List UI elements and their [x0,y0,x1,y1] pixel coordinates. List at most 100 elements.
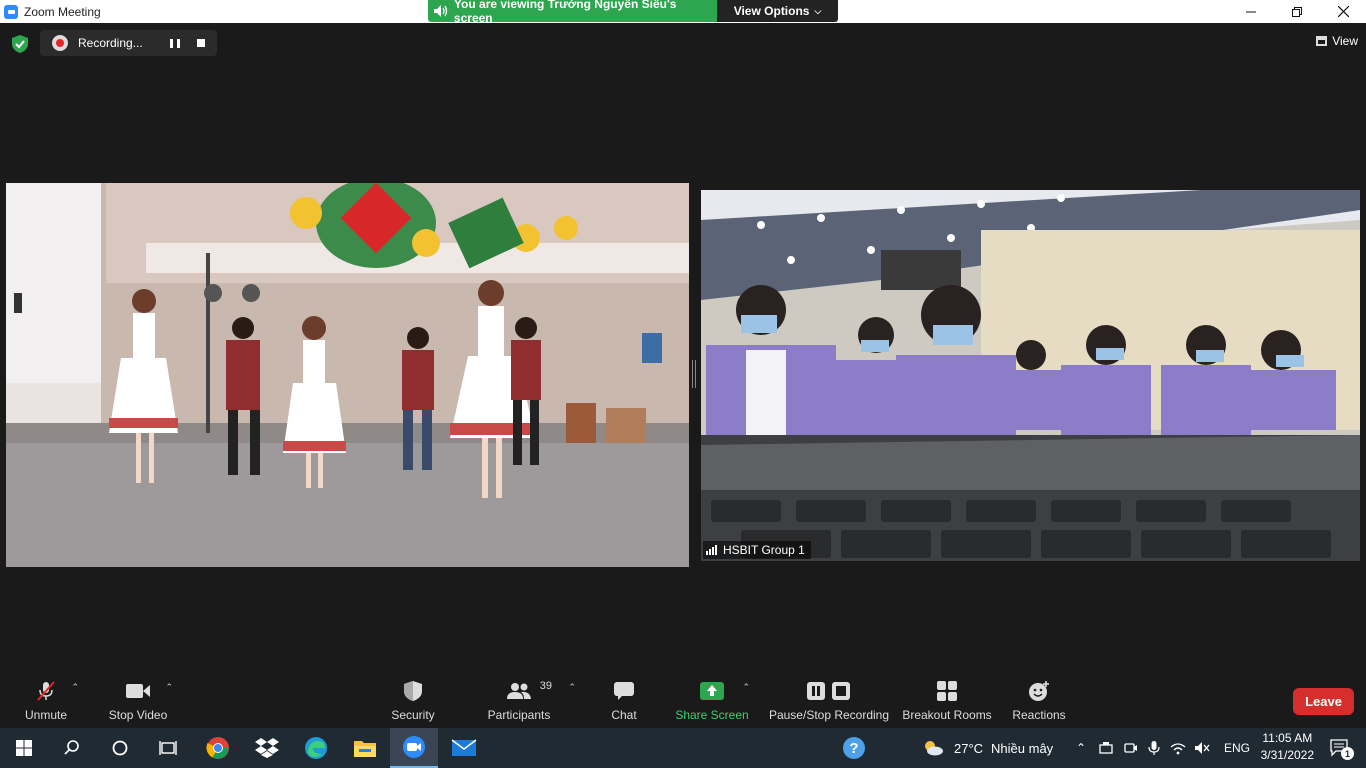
taskbar-file-explorer[interactable] [341,728,389,768]
reactions-icon [1029,680,1049,701]
search-icon [64,740,79,755]
participants-button[interactable]: 39 ⌃ Participants [486,673,576,728]
split-view-handle[interactable] [692,360,696,388]
meet-now-icon[interactable] [1124,741,1138,755]
chevron-down-icon: ⌵ [814,5,822,16]
participants-options-caret[interactable]: ⌃ [568,682,576,693]
dropbox-icon [255,738,279,758]
weather-temperature: 27°C [954,740,984,756]
folder-icon [354,741,376,757]
security-button[interactable]: Security [388,673,438,728]
window-title: Zoom Meeting [24,4,101,19]
share-screen-icon [700,681,724,700]
video-options-caret[interactable]: ⌃ [165,682,173,693]
speaker-icon [434,5,448,17]
unmute-label: Unmute [24,707,68,722]
mail-icon [451,739,477,756]
cortana-button[interactable] [96,728,144,768]
chrome-icon [206,737,229,759]
security-label: Security [391,707,435,722]
taskbar-dropbox[interactable] [243,728,291,768]
minimize-icon [1246,11,1256,12]
restore-button[interactable] [1274,0,1320,23]
participants-count: 39 [539,679,552,692]
unmute-button[interactable]: ⌃ Unmute [16,673,79,728]
clock-time: 11:05 AM [1262,731,1313,745]
weather-widget[interactable]: 27°C Nhiều mây [922,728,1053,768]
clock[interactable]: 11:05 AM 3/31/2022 [1261,730,1314,764]
share-screen-label: Share Screen [675,707,749,722]
breakout-rooms-button[interactable]: Breakout Rooms [902,673,992,728]
view-layout-icon [1316,36,1328,46]
share-screen-button[interactable]: ⌃ Share Screen [675,673,750,728]
share-message-text: You are viewing Trường Nguyễn Siêu's scr… [453,0,677,25]
stop-recording-icon[interactable] [197,39,205,47]
close-button[interactable] [1320,0,1366,23]
start-button[interactable] [0,728,48,768]
pause-stop-recording-icon [807,681,850,700]
view-options-button[interactable]: View Options ⌵ [717,0,838,22]
wifi-icon[interactable] [1170,741,1186,755]
taskbar-mail[interactable] [440,728,488,768]
leave-meeting-button[interactable]: Leave [1293,688,1354,715]
clock-date: 3/31/2022 [1260,748,1314,762]
recording-icon [52,35,68,51]
window-controls [1228,0,1366,23]
screen-share-banner: You are viewing Trường Nguyễn Siêu's scr… [428,0,838,25]
task-view-button[interactable] [144,728,192,768]
network-cable-icon[interactable] [1098,741,1114,755]
windows-logo-icon [16,740,32,756]
viewing-share-message: You are viewing Trường Nguyễn Siêu's scr… [428,0,717,25]
help-icon: ? [843,737,865,759]
restore-icon [1292,6,1302,17]
pause-stop-recording-button[interactable]: Pause/Stop Recording [768,673,890,728]
weather-description: Nhiều mây [991,740,1054,756]
participant-video-hsbit-group-1: HSBIT Group 1 [701,190,1360,561]
participants-icon [507,682,531,699]
cloudy-weather-icon [925,741,943,756]
system-tray: ⌃ ENG [1072,728,1250,768]
share-options-caret[interactable]: ⌃ [742,682,750,693]
reactions-button[interactable]: Reactions [1010,673,1068,728]
pause-recording-icon[interactable] [170,38,180,48]
help-button[interactable]: ? [832,728,876,768]
view-button-label: View [1332,34,1358,48]
encryption-shield-icon[interactable] [12,35,28,53]
zoom-icon [403,736,425,758]
taskbar-chrome[interactable] [194,728,242,768]
windows-taskbar: ? 27°C Nhiều mây ⌃ ENG 11:05 AM 3/31/202… [0,728,1366,768]
audio-options-caret[interactable]: ⌃ [71,682,79,693]
participant-name-label: HSBIT Group 1 [703,541,811,559]
chat-icon [614,681,634,700]
search-button[interactable] [48,728,96,768]
pause-stop-recording-label: Pause/Stop Recording [768,707,890,722]
taskbar-zoom[interactable] [390,728,438,768]
reactions-label: Reactions [1012,707,1066,722]
action-center-button[interactable]: 1 [1320,728,1360,768]
svg-text:?: ? [849,740,858,757]
stop-video-button[interactable]: ⌃ Stop Video [106,673,173,728]
taskbar-edge[interactable] [292,728,340,768]
show-hidden-icons-button[interactable]: ⌃ [1072,741,1090,755]
zoom-app-icon [4,4,18,19]
meeting-area: Recording... View HSBIT Group 1 [0,23,1366,673]
microphone-in-use-icon[interactable] [1148,740,1160,756]
dance-scene-image [6,183,689,567]
video-camera-icon [126,683,150,698]
view-button[interactable]: View [1316,34,1358,48]
view-options-label: View Options [733,4,810,18]
stop-video-label: Stop Video [108,707,168,722]
breakout-rooms-icon [937,680,957,701]
cortana-circle-icon [112,740,128,756]
classroom-scene-image [701,190,1360,561]
participant-name: HSBIT Group 1 [723,543,805,557]
notification-count-badge: 1 [1341,747,1354,760]
microphone-muted-icon [37,680,55,701]
close-icon [1337,6,1349,17]
speaker-muted-icon[interactable] [1194,741,1210,755]
security-shield-icon [404,680,422,701]
input-language[interactable]: ENG [1224,741,1250,755]
minimize-button[interactable] [1228,0,1274,23]
chat-button[interactable]: Chat [604,673,644,728]
chat-label: Chat [611,707,637,722]
